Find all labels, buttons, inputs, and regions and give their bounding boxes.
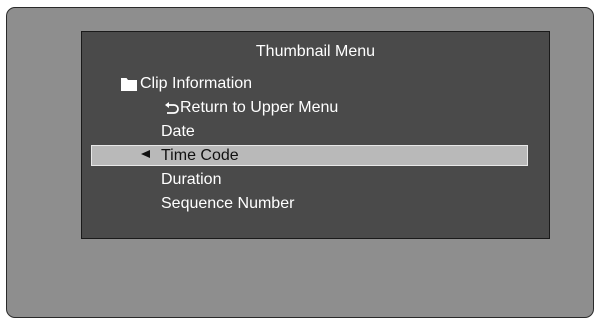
time-code-label: Time Code	[161, 147, 239, 164]
menu-item-time-code[interactable]: Time Code	[91, 145, 528, 166]
thumbnail-menu-panel: Thumbnail Menu Clip Information Return t…	[81, 31, 550, 239]
return-label: Return to Upper Menu	[180, 99, 339, 116]
menu-item-date[interactable]: Date	[161, 122, 195, 142]
return-to-upper-menu-item[interactable]: Return to Upper Menu	[164, 98, 338, 118]
selection-pointer-icon	[141, 150, 150, 158]
folder-icon	[120, 76, 138, 92]
monitor-screen: Thumbnail Menu Clip Information Return t…	[6, 7, 594, 318]
return-arrow-icon	[164, 101, 179, 115]
menu-item-sequence-number[interactable]: Sequence Number	[161, 194, 294, 214]
menu-title: Thumbnail Menu	[255, 43, 376, 60]
folder-clip-information[interactable]: Clip Information	[120, 74, 252, 94]
menu-item-duration[interactable]: Duration	[161, 170, 221, 190]
folder-label: Clip Information	[140, 75, 253, 92]
